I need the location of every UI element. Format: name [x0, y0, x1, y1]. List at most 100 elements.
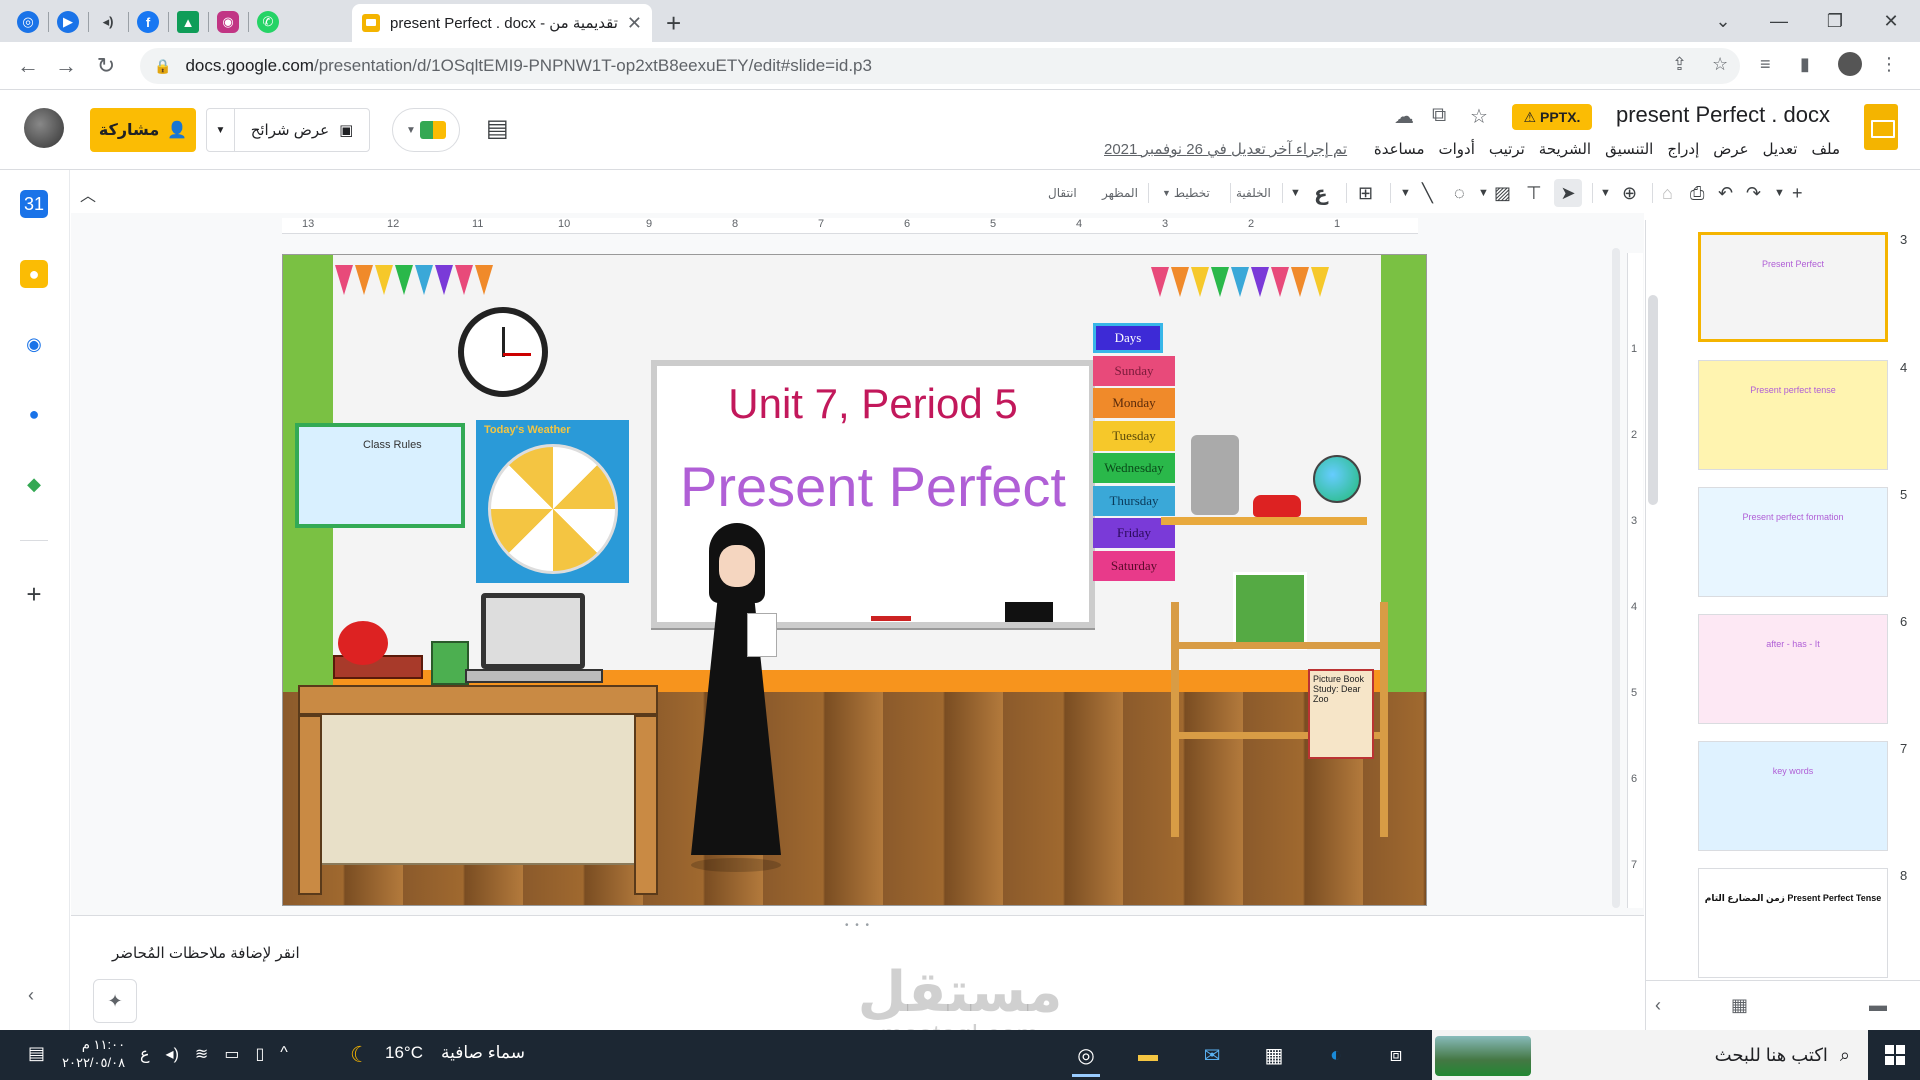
- laptop[interactable]: [481, 593, 585, 669]
- edge-icon[interactable]: ◐: [1316, 1035, 1356, 1075]
- menu-help[interactable]: مساعدة: [1374, 140, 1425, 158]
- class-rules-board[interactable]: Class Rules: [295, 423, 465, 528]
- vertical-ruler[interactable]: 1 2 3 4 5 6 7: [1627, 253, 1643, 908]
- background-button[interactable]: الخلفية: [1236, 179, 1271, 207]
- slide-thumbnail[interactable]: Present perfect formation: [1698, 487, 1888, 597]
- unit-period-text[interactable]: Unit 7, Period 5: [657, 380, 1089, 428]
- notifications-icon[interactable]: ▤: [28, 1043, 45, 1064]
- account-avatar[interactable]: [24, 108, 64, 148]
- pinned-tab-drive[interactable]: ▲: [166, 5, 210, 39]
- cloud-status-icon[interactable]: ☁: [1394, 104, 1414, 129]
- device-icon[interactable]: ▯: [255, 1044, 264, 1064]
- omnibox[interactable]: 🔒 docs.google.com/presentation/d/1OSqltE…: [140, 48, 1740, 84]
- filmstrip-view-icon[interactable]: ▬: [1869, 995, 1887, 1016]
- day-card[interactable]: Saturday: [1093, 550, 1175, 581]
- chevron-left-icon[interactable]: ‹: [1655, 995, 1661, 1016]
- reload-button[interactable]: ↻: [90, 50, 122, 82]
- filmstrip-scrollbar[interactable]: [1648, 295, 1658, 505]
- menu-insert[interactable]: إدراج: [1667, 140, 1699, 158]
- keep-icon[interactable]: ●: [20, 260, 48, 288]
- explore-icon[interactable]: ✦: [93, 979, 137, 1023]
- pinned-tab-instagram[interactable]: ◉: [206, 5, 250, 39]
- maximize-button[interactable]: ❐: [1812, 4, 1858, 38]
- wifi-icon[interactable]: ≋: [195, 1044, 208, 1064]
- profile-avatar[interactable]: [1838, 52, 1862, 76]
- file-explorer-icon[interactable]: ▬: [1128, 1035, 1168, 1075]
- day-card[interactable]: Monday: [1093, 388, 1175, 418]
- menu-view[interactable]: عرض: [1713, 140, 1748, 158]
- share-button[interactable]: مشاركة 👤: [90, 108, 196, 152]
- day-card[interactable]: Wednesday: [1093, 453, 1175, 483]
- image-icon[interactable]: ▨: [1494, 179, 1511, 207]
- slide-thumbnail[interactable]: key words: [1698, 741, 1888, 851]
- line-dropdown-icon[interactable]: ▼: [1400, 179, 1411, 207]
- zoom-dropdown-icon[interactable]: ▼: [1600, 179, 1611, 207]
- zoom-icon[interactable]: ⊕: [1622, 179, 1637, 207]
- move-folder-icon[interactable]: ⧉: [1432, 104, 1446, 127]
- tray-chevron-icon[interactable]: ^: [280, 1044, 288, 1064]
- contacts-icon[interactable]: ●: [20, 400, 48, 428]
- weather-widget[interactable]: 16°C سماء صافية: [345, 1043, 525, 1063]
- menu-tools[interactable]: أدوات: [1439, 140, 1475, 158]
- notes-resize-handle[interactable]: • • •: [845, 920, 871, 931]
- star-icon[interactable]: ☆: [1470, 104, 1488, 129]
- close-tab-icon[interactable]: ✕: [627, 13, 642, 34]
- new-tab-button[interactable]: +: [666, 8, 681, 39]
- transition-button[interactable]: انتقال: [1048, 179, 1077, 207]
- menu-slide[interactable]: الشريحة: [1539, 140, 1591, 158]
- wall-clock[interactable]: [458, 307, 548, 397]
- redo-icon[interactable]: ↷: [1746, 179, 1761, 207]
- tasks-icon[interactable]: ◉: [20, 330, 48, 358]
- notes-divider[interactable]: [71, 915, 1644, 916]
- paint-format-icon[interactable]: ⌂: [1662, 179, 1673, 207]
- input-tools-icon[interactable]: ع: [1314, 179, 1328, 207]
- day-card[interactable]: Sunday: [1093, 355, 1175, 386]
- close-window-button[interactable]: ✕: [1868, 4, 1914, 38]
- taskbar-clock[interactable]: ١١:٠٠ م ٢٠٢٢/٠٥/٠٨: [62, 1036, 125, 1072]
- add-addon-icon[interactable]: +: [20, 579, 48, 609]
- minimize-button[interactable]: —: [1756, 4, 1802, 38]
- new-slide-icon[interactable]: +: [1792, 179, 1803, 207]
- menu-arrange[interactable]: ترتيب: [1489, 140, 1525, 158]
- last-edit-link[interactable]: تم إجراء آخر تعديل في 26 نوفمبر 2021: [1104, 140, 1347, 158]
- select-cursor-icon[interactable]: ➤: [1554, 179, 1582, 207]
- pinned-tab-whatsapp[interactable]: ✆: [246, 5, 290, 39]
- layout-button[interactable]: ▼ تخطيط: [1162, 179, 1210, 207]
- weather-wheel-board[interactable]: Today's Weather: [476, 420, 629, 583]
- bookmark-star-icon[interactable]: ☆: [1712, 54, 1728, 75]
- comments-icon[interactable]: ▤: [486, 114, 509, 143]
- meet-button[interactable]: ▼: [392, 108, 460, 152]
- lang-indicator[interactable]: ع: [140, 1044, 150, 1064]
- grid-view-icon[interactable]: ▦: [1731, 995, 1748, 1016]
- canvas-scrollbar[interactable]: [1612, 248, 1620, 908]
- day-card[interactable]: Tuesday: [1093, 420, 1175, 451]
- horizontal-ruler[interactable]: 13 12 11 10 9 8 7 6 5 4 3 2 1: [282, 218, 1418, 234]
- volume-icon[interactable]: ◂): [166, 1044, 179, 1064]
- forward-button[interactable]: →: [50, 50, 82, 82]
- calendar-icon[interactable]: 31: [20, 190, 48, 218]
- present-button[interactable]: ▼ عرض شرائح ▣: [206, 108, 370, 152]
- slide-thumbnail[interactable]: after - has - It: [1698, 614, 1888, 724]
- slides-logo-icon[interactable]: [1864, 104, 1898, 150]
- shape-icon[interactable]: ◌: [1454, 179, 1465, 207]
- current-slide[interactable]: Class Rules Today's Weather Unit 7, Peri…: [282, 254, 1427, 906]
- slide-thumbnail[interactable]: Present Perfect: [1698, 232, 1888, 342]
- search-highlight-image[interactable]: [1435, 1036, 1531, 1076]
- pinned-tab-facebook[interactable]: f: [126, 5, 170, 39]
- pptx-badge[interactable]: ⚠ PPTX.: [1512, 104, 1592, 130]
- pinned-tab-chrome[interactable]: ◎: [6, 5, 50, 39]
- line-icon[interactable]: ╲: [1422, 179, 1433, 207]
- slide-title-text[interactable]: Present Perfect: [657, 454, 1089, 519]
- days-header-card[interactable]: Days: [1093, 323, 1163, 353]
- task-view-icon[interactable]: ⧈: [1376, 1035, 1416, 1075]
- tab-search-icon[interactable]: ⌄: [1700, 4, 1746, 38]
- theme-button[interactable]: المظهر: [1102, 179, 1138, 207]
- image-dropdown-icon[interactable]: ▼: [1478, 179, 1489, 207]
- add-comment-icon[interactable]: ⊞: [1358, 179, 1373, 207]
- pinned-tab-audio[interactable]: ◂): [86, 5, 130, 39]
- chrome-taskbar-icon[interactable]: ◎: [1066, 1035, 1106, 1077]
- speaker-notes-field[interactable]: انقر لإضافة ملاحظات المُحاضر: [112, 944, 300, 962]
- active-tab[interactable]: present Perfect . docx - نسخة تقديمية من…: [352, 4, 652, 42]
- undo-icon[interactable]: ↶: [1718, 179, 1733, 207]
- dear-zoo-book[interactable]: Picture Book Study: Dear Zoo: [1308, 669, 1374, 759]
